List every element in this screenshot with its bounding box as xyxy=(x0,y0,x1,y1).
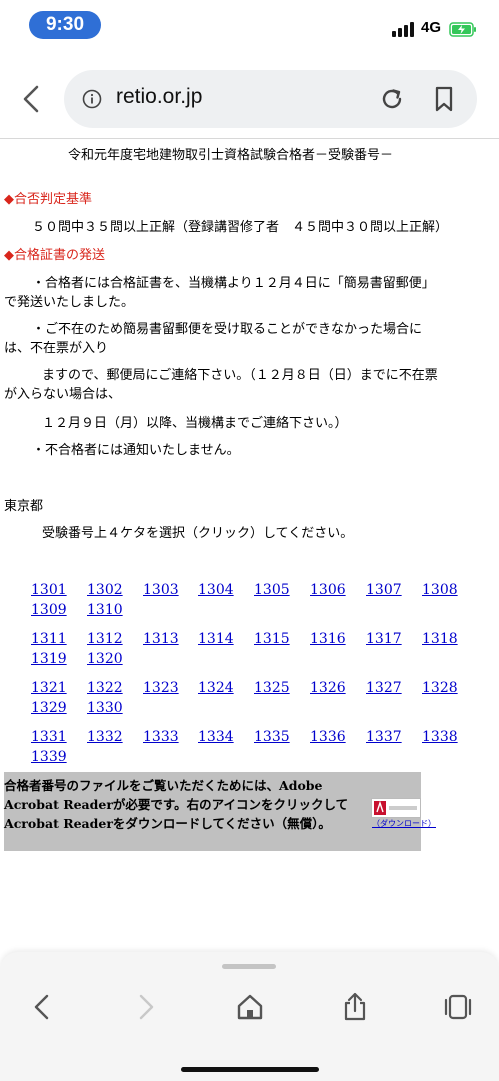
bullet-certificate-sent: ・合格者には合格証書を、当機構より１２月４日に「簡易書留郵便」で発送いたしました… xyxy=(4,276,435,310)
home-icon[interactable] xyxy=(235,992,265,1022)
exam-number-link[interactable]: 1328 xyxy=(422,679,458,698)
sheet-handle[interactable] xyxy=(222,964,276,969)
nav-back-icon[interactable] xyxy=(27,992,57,1022)
bullet-absent-line2: ますので、郵便局にご連絡下さい。（１２月８日（日）までに不在票が入らない場合は、 xyxy=(4,368,438,402)
exam-number-link[interactable]: 1339 xyxy=(31,748,67,767)
exam-number-link[interactable]: 1323 xyxy=(143,679,179,698)
exam-number-link[interactable]: 1319 xyxy=(31,650,67,669)
exam-number-link[interactable]: 1306 xyxy=(310,581,346,600)
exam-number-link[interactable]: 1333 xyxy=(143,728,179,747)
exam-number-link[interactable]: 1330 xyxy=(87,699,123,718)
exam-number-link[interactable]: 1327 xyxy=(366,679,402,698)
exam-number-link[interactable]: 1305 xyxy=(254,581,290,600)
exam-number-link[interactable]: 1311 xyxy=(31,630,67,649)
share-icon[interactable] xyxy=(340,992,370,1022)
exam-number-link[interactable]: 1320 xyxy=(87,650,123,669)
exam-number-link[interactable]: 1334 xyxy=(198,728,234,747)
signal-icon xyxy=(392,21,416,37)
home-indicator xyxy=(181,1067,319,1072)
exam-number-link[interactable]: 1301 xyxy=(31,581,67,600)
exam-number-link[interactable]: 1325 xyxy=(254,679,290,698)
exam-number-link[interactable]: 1317 xyxy=(366,630,402,649)
bullet-absent-line1: ・ご不在のため簡易書留郵便を受け取ることができなかった場合には、不在票が入り xyxy=(4,322,423,356)
bookmark-icon[interactable] xyxy=(434,86,454,112)
status-time: 9:30 xyxy=(29,11,101,39)
battery-icon xyxy=(449,22,476,37)
bullet-absent-line3: １２月９日（月）以降、当機構までご連絡下さい。） xyxy=(42,416,348,431)
url-field[interactable]: retio.or.jp xyxy=(64,70,477,128)
exam-number-link[interactable]: 1308 xyxy=(422,581,458,600)
exam-number-link[interactable]: 1324 xyxy=(198,679,234,698)
bullet-no-notice: ・不合格者には通知いたしません。 xyxy=(32,443,240,458)
exam-number-link[interactable]: 1312 xyxy=(87,630,123,649)
exam-number-link[interactable]: 1336 xyxy=(310,728,346,747)
exam-number-link[interactable]: 1331 xyxy=(31,728,67,747)
adobe-notice-text: 合格者番号のファイルをご覧いただくためには、Adobe Acrobat Read… xyxy=(4,778,349,831)
exam-number-link[interactable]: 1322 xyxy=(87,679,123,698)
exam-number-link[interactable]: 1303 xyxy=(143,581,179,600)
network-type: 4G xyxy=(421,19,442,36)
exam-number-link[interactable]: 1321 xyxy=(31,679,67,698)
exam-number-link[interactable]: 1315 xyxy=(254,630,290,649)
browser-toolbar xyxy=(0,952,499,1081)
exam-number-link[interactable]: 1310 xyxy=(87,601,123,620)
section-title-criteria: ◆合否判定基準 xyxy=(4,192,92,207)
status-bar: 9:30 4G xyxy=(0,0,499,50)
criteria-text: ５０問中３５問以上正解（登録講習修了者 ４５問中３０問以上正解） xyxy=(32,220,449,235)
instruction-text: 受験番号上４ケタを選択（クリック）してください。 xyxy=(42,526,354,541)
exam-number-link[interactable]: 1318 xyxy=(422,630,458,649)
exam-number-link[interactable]: 1314 xyxy=(198,630,234,649)
exam-number-link[interactable]: 1316 xyxy=(310,630,346,649)
adobe-download-link[interactable]: （ダウンロード） xyxy=(372,818,436,829)
exam-number-link[interactable]: 1309 xyxy=(31,601,67,620)
tabs-icon[interactable] xyxy=(443,992,473,1022)
reload-icon[interactable] xyxy=(380,87,404,111)
exam-number-link[interactable]: 1326 xyxy=(310,679,346,698)
adobe-reader-notice: 合格者番号のファイルをご覧いただくためには、Adobe Acrobat Read… xyxy=(4,772,436,851)
browser-address-bar: retio.or.jp xyxy=(0,54,499,139)
exam-number-link[interactable]: 1337 xyxy=(366,728,402,747)
adobe-reader-logo-icon[interactable] xyxy=(371,798,421,818)
exam-number-link[interactable]: 1329 xyxy=(31,699,67,718)
exam-number-link[interactable]: 1304 xyxy=(198,581,234,600)
exam-number-link[interactable]: 1302 xyxy=(87,581,123,600)
nav-forward-icon[interactable] xyxy=(131,992,161,1022)
region-heading: 東京都 xyxy=(4,499,44,514)
back-chevron-icon[interactable] xyxy=(20,84,42,114)
section-title-certificate: ◆合格証書の発送 xyxy=(4,248,105,263)
page-title: 令和元年度宅地建物取引士資格試験合格者－受験番号－ xyxy=(68,148,394,163)
exam-number-link[interactable]: 1338 xyxy=(422,728,458,747)
exam-number-link[interactable]: 1307 xyxy=(366,581,402,600)
exam-number-link[interactable]: 1313 xyxy=(143,630,179,649)
exam-number-link[interactable]: 1335 xyxy=(254,728,290,747)
url-text: retio.or.jp xyxy=(116,85,203,108)
exam-number-link[interactable]: 1332 xyxy=(87,728,123,747)
info-icon[interactable] xyxy=(82,89,102,109)
